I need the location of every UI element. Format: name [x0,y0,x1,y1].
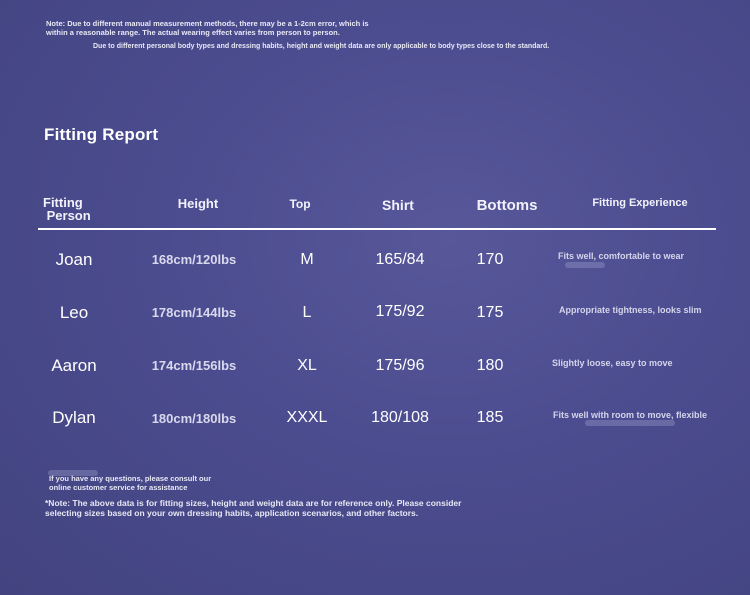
blur-smudge [565,262,605,268]
table-row: Joan 168cm/120lbs M 165/84 170 Fits well… [0,250,750,280]
shirt-size: 175/92 [375,303,425,320]
customer-service-note: If you have any questions, please consul… [49,474,212,492]
page-title: Fitting Report [44,125,159,144]
header-height: Height [177,196,219,211]
top-size: XXXL [286,409,328,426]
person-height-weight: 180cm/180lbs [151,411,237,426]
measurement-note: Note: Due to different manual measuremen… [46,19,369,37]
top-size: L [302,304,312,321]
person-name: Aaron [51,356,97,375]
bottoms-size: 175 [476,304,504,321]
header-top: Top [289,197,311,211]
bottoms-size: 170 [476,251,504,268]
header-fitting-experience: Fitting Experience [592,197,688,209]
person-height-weight: 168cm/120lbs [151,252,237,267]
fitting-experience: Slightly loose, easy to move [552,358,673,368]
fitting-experience: Appropriate tightness, looks slim [559,305,702,315]
person-name: Leo [59,303,89,322]
fitting-experience: Fits well, comfortable to wear [558,251,685,261]
header-fitting-person: Fitting Person [43,196,91,222]
shirt-size: 180/108 [371,409,429,426]
top-size: XL [297,357,317,374]
fitting-experience: Fits well with room to move, flexible [553,410,708,420]
header-bottoms: Bottoms [476,197,538,214]
person-height-weight: 174cm/156lbs [151,358,237,373]
person-height-weight: 178cm/144lbs [151,305,237,320]
blur-smudge [585,420,675,426]
person-name: Dylan [52,408,96,427]
table-row: Leo 178cm/144lbs L 175/92 175 Appropriat… [0,303,750,333]
header-divider [38,228,716,230]
table-row: Aaron 174cm/156lbs XL 175/96 180 Slightl… [0,356,750,386]
bottoms-size: 185 [476,409,504,426]
header-person-line2: Person [43,208,91,223]
disclaimer-note: *Note: The above data is for fitting siz… [45,498,462,518]
shirt-size: 175/96 [375,357,425,374]
header-shirt: Shirt [382,197,414,213]
body-type-note: Due to different personal body types and… [93,43,550,50]
bottoms-size: 180 [476,357,504,374]
person-name: Joan [55,250,93,269]
top-size: M [300,251,314,268]
shirt-size: 165/84 [375,251,425,268]
